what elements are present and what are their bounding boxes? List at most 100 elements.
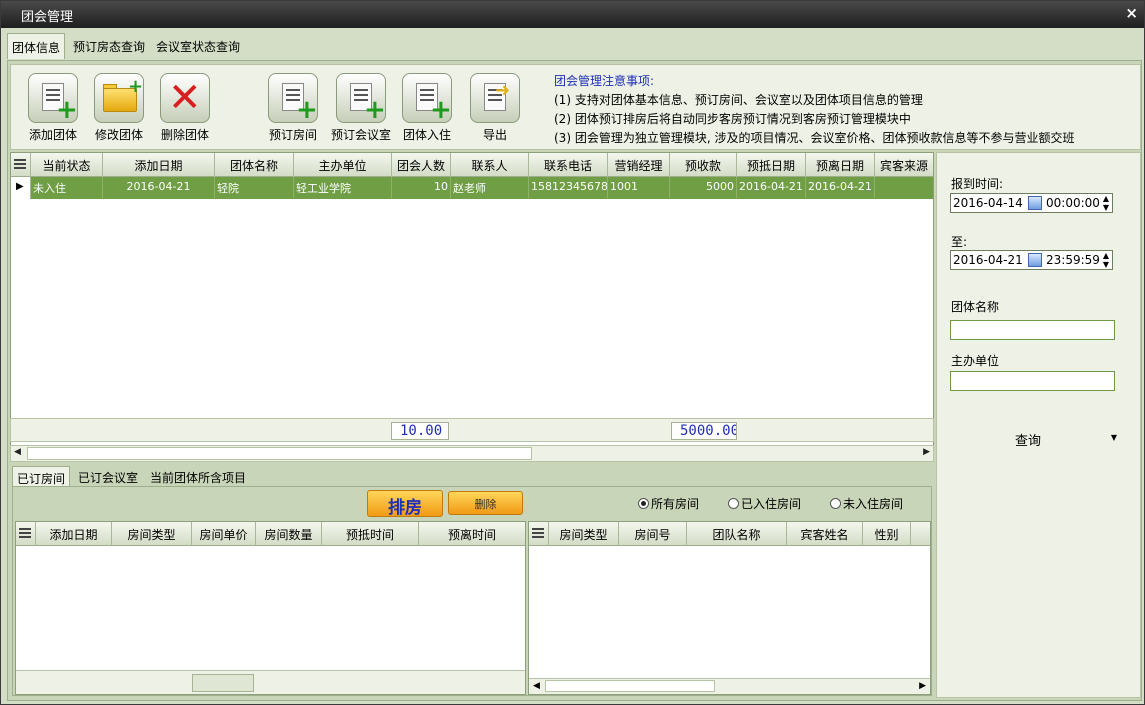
notes-line: (2) 团体预订排房后将自动同步客房预订情况到客房预订管理模块中	[554, 112, 911, 126]
scroll-left-icon[interactable]: ◀	[533, 681, 540, 691]
calendar-icon[interactable]	[1028, 253, 1042, 267]
radio-dot	[830, 498, 841, 509]
col-add-date[interactable]: 添加日期	[103, 153, 215, 177]
radio-all-rooms[interactable]: 所有房间	[638, 495, 699, 512]
spinner-icon[interactable]: ▲ ▼	[1103, 194, 1109, 212]
col-status[interactable]: 当前状态	[31, 153, 103, 177]
edit-group-button[interactable]: + 修改团体	[89, 73, 149, 143]
arrive-time[interactable]: 00:00:00	[1046, 196, 1100, 210]
edit-group-label: 修改团体	[94, 128, 143, 142]
cell-group-name: 轻院	[215, 177, 294, 199]
booked-rooms-grid[interactable]: 添加日期 房间类型 房间单价 房间数量 预抵时间 预离时间	[15, 521, 526, 695]
col-departure-time[interactable]: 预离时间	[419, 522, 525, 546]
add-document-icon: +	[336, 73, 386, 123]
add-group-label: 添加团体	[28, 128, 77, 142]
tab-meeting-room-status[interactable]: 会议室状态查询	[152, 33, 246, 59]
room-guests-grid[interactable]: 房间类型 房间号 团队名称 宾客姓名 性别 ◀ ▶	[528, 521, 931, 695]
cell-contact: 赵老师	[451, 177, 529, 199]
calendar-icon[interactable]	[1028, 196, 1042, 210]
col-departure[interactable]: 预离日期	[806, 153, 875, 177]
arrive-datetime-field[interactable]: 2016-04-14 00:00:00 ▲ ▼	[950, 193, 1113, 213]
tab-group-items[interactable]: 当前团体所含项目	[146, 466, 252, 486]
query-label: 查询	[1015, 434, 1042, 449]
delete-group-label: 删除团体	[160, 128, 209, 142]
col-team-name[interactable]: 团队名称	[687, 522, 787, 546]
book-room-button[interactable]: + 预订房间	[263, 73, 323, 143]
booked-rooms-footer	[16, 670, 525, 694]
col-add-date[interactable]: 添加日期	[36, 522, 112, 546]
cell-manager: 1001	[608, 177, 670, 199]
arrive-time-label: 报到时间:	[951, 177, 1004, 191]
col-deposit[interactable]: 预收款	[670, 153, 737, 177]
scroll-thumb[interactable]	[545, 680, 715, 692]
export-label: 导出	[482, 128, 507, 142]
to-label: 至:	[951, 235, 968, 249]
col-group-name[interactable]: 团体名称	[215, 153, 294, 177]
col-host[interactable]: 主办单位	[294, 153, 392, 177]
col-phone[interactable]: 联系电话	[529, 153, 608, 177]
add-document-icon: +	[28, 73, 78, 123]
dropdown-caret-icon[interactable]: ▼	[1111, 433, 1117, 442]
col-guest-source[interactable]: 宾客来源	[875, 153, 933, 177]
spinner-icon[interactable]: ▲ ▼	[1103, 251, 1109, 269]
tab-booked-rooms[interactable]: 已订房间	[12, 466, 70, 486]
arrive-date[interactable]: 2016-04-14	[953, 196, 1023, 210]
group-name-input[interactable]	[950, 320, 1115, 340]
main-horizontal-scrollbar[interactable]: ◀ ▶	[10, 445, 934, 462]
tab-group-info[interactable]: 团体信息	[7, 33, 65, 59]
radio-dot	[728, 498, 739, 509]
delete-room-button[interactable]: 删除	[448, 491, 523, 515]
group-name-label: 团体名称	[951, 300, 1000, 314]
host-input[interactable]	[950, 371, 1115, 391]
tab-booked-meeting-rooms[interactable]: 已订会议室	[74, 466, 144, 486]
window-title: 团会管理	[21, 10, 74, 25]
col-gender[interactable]: 性别	[863, 522, 911, 546]
total-deposit: 5000.00	[671, 422, 737, 440]
radio-not-checked-in[interactable]: 未入住房间	[830, 495, 903, 512]
notes: 团会管理注意事项: (1) 支持对团体基本信息、预订房间、会议室以及团体项目信息…	[554, 72, 1139, 148]
scroll-left-icon[interactable]: ◀	[14, 447, 21, 457]
notes-line: (3) 团会管理为独立管理模块, 涉及的项目情况、会议室价格、团体预收款信息等不…	[554, 131, 1075, 145]
group-checkin-button[interactable]: + 团体入住	[397, 73, 457, 143]
grid-menu-icon[interactable]	[16, 522, 36, 546]
book-meeting-room-button[interactable]: + 预订会议室	[329, 73, 393, 143]
cell-guest-source	[875, 177, 933, 199]
col-contact[interactable]: 联系人	[451, 153, 529, 177]
col-arrival[interactable]: 预抵日期	[737, 153, 806, 177]
col-guest-name[interactable]: 宾客姓名	[787, 522, 863, 546]
col-room-price[interactable]: 房间单价	[192, 522, 256, 546]
grid-menu-icon[interactable]	[529, 522, 549, 546]
grid-menu-icon[interactable]	[11, 153, 31, 177]
tab-booking-room-status[interactable]: 预订房态查询	[69, 33, 151, 59]
col-manager[interactable]: 营销经理	[608, 153, 670, 177]
col-room-type[interactable]: 房间类型	[549, 522, 619, 546]
group-grid[interactable]: 当前状态 添加日期 团体名称 主办单位 团会人数 联系人 联系电话 营销经理 预…	[10, 152, 934, 462]
query-button[interactable]: 查询 ▼	[977, 428, 1117, 450]
cell-host: 轻工业学院	[294, 177, 392, 199]
to-date[interactable]: 2016-04-21	[953, 253, 1023, 267]
col-room-type[interactable]: 房间类型	[112, 522, 192, 546]
col-room-count[interactable]: 房间数量	[256, 522, 322, 546]
export-button[interactable]: ➜ 导出	[465, 73, 525, 143]
to-time[interactable]: 23:59:59	[1046, 253, 1100, 267]
grid-header: 当前状态 添加日期 团体名称 主办单位 团会人数 联系人 联系电话 营销经理 预…	[11, 153, 933, 177]
col-arrival-time[interactable]: 预抵时间	[322, 522, 419, 546]
notes-line: (1) 支持对团体基本信息、预订房间、会议室以及团体项目信息的管理	[554, 93, 923, 107]
to-datetime-field[interactable]: 2016-04-21 23:59:59 ▲ ▼	[950, 250, 1113, 270]
folder-icon: +	[94, 73, 144, 123]
scroll-thumb[interactable]	[27, 447, 532, 460]
booked-rooms-header: 添加日期 房间类型 房间单价 房间数量 预抵时间 预离时间	[16, 522, 525, 546]
table-row[interactable]: ▶ 未入住 2016-04-21 轻院 轻工业学院 10 赵老师 1581234…	[11, 177, 933, 199]
room-guests-scrollbar[interactable]: ◀ ▶	[529, 678, 930, 694]
radio-checked-in-label: 已入住房间	[741, 497, 802, 511]
add-group-button[interactable]: + 添加团体	[23, 73, 83, 143]
arrange-rooms-button[interactable]: 排房	[367, 490, 443, 518]
delete-group-button[interactable]: ✕ 删除团体	[155, 73, 215, 143]
close-icon[interactable]: ×	[1125, 4, 1138, 22]
radio-checked-in[interactable]: 已入住房间	[728, 495, 801, 512]
scroll-right-icon[interactable]: ▶	[919, 681, 926, 691]
col-people[interactable]: 团会人数	[392, 153, 451, 177]
col-room-number[interactable]: 房间号	[619, 522, 687, 546]
scroll-right-icon[interactable]: ▶	[923, 447, 930, 457]
cell-add-date: 2016-04-21	[103, 177, 215, 199]
